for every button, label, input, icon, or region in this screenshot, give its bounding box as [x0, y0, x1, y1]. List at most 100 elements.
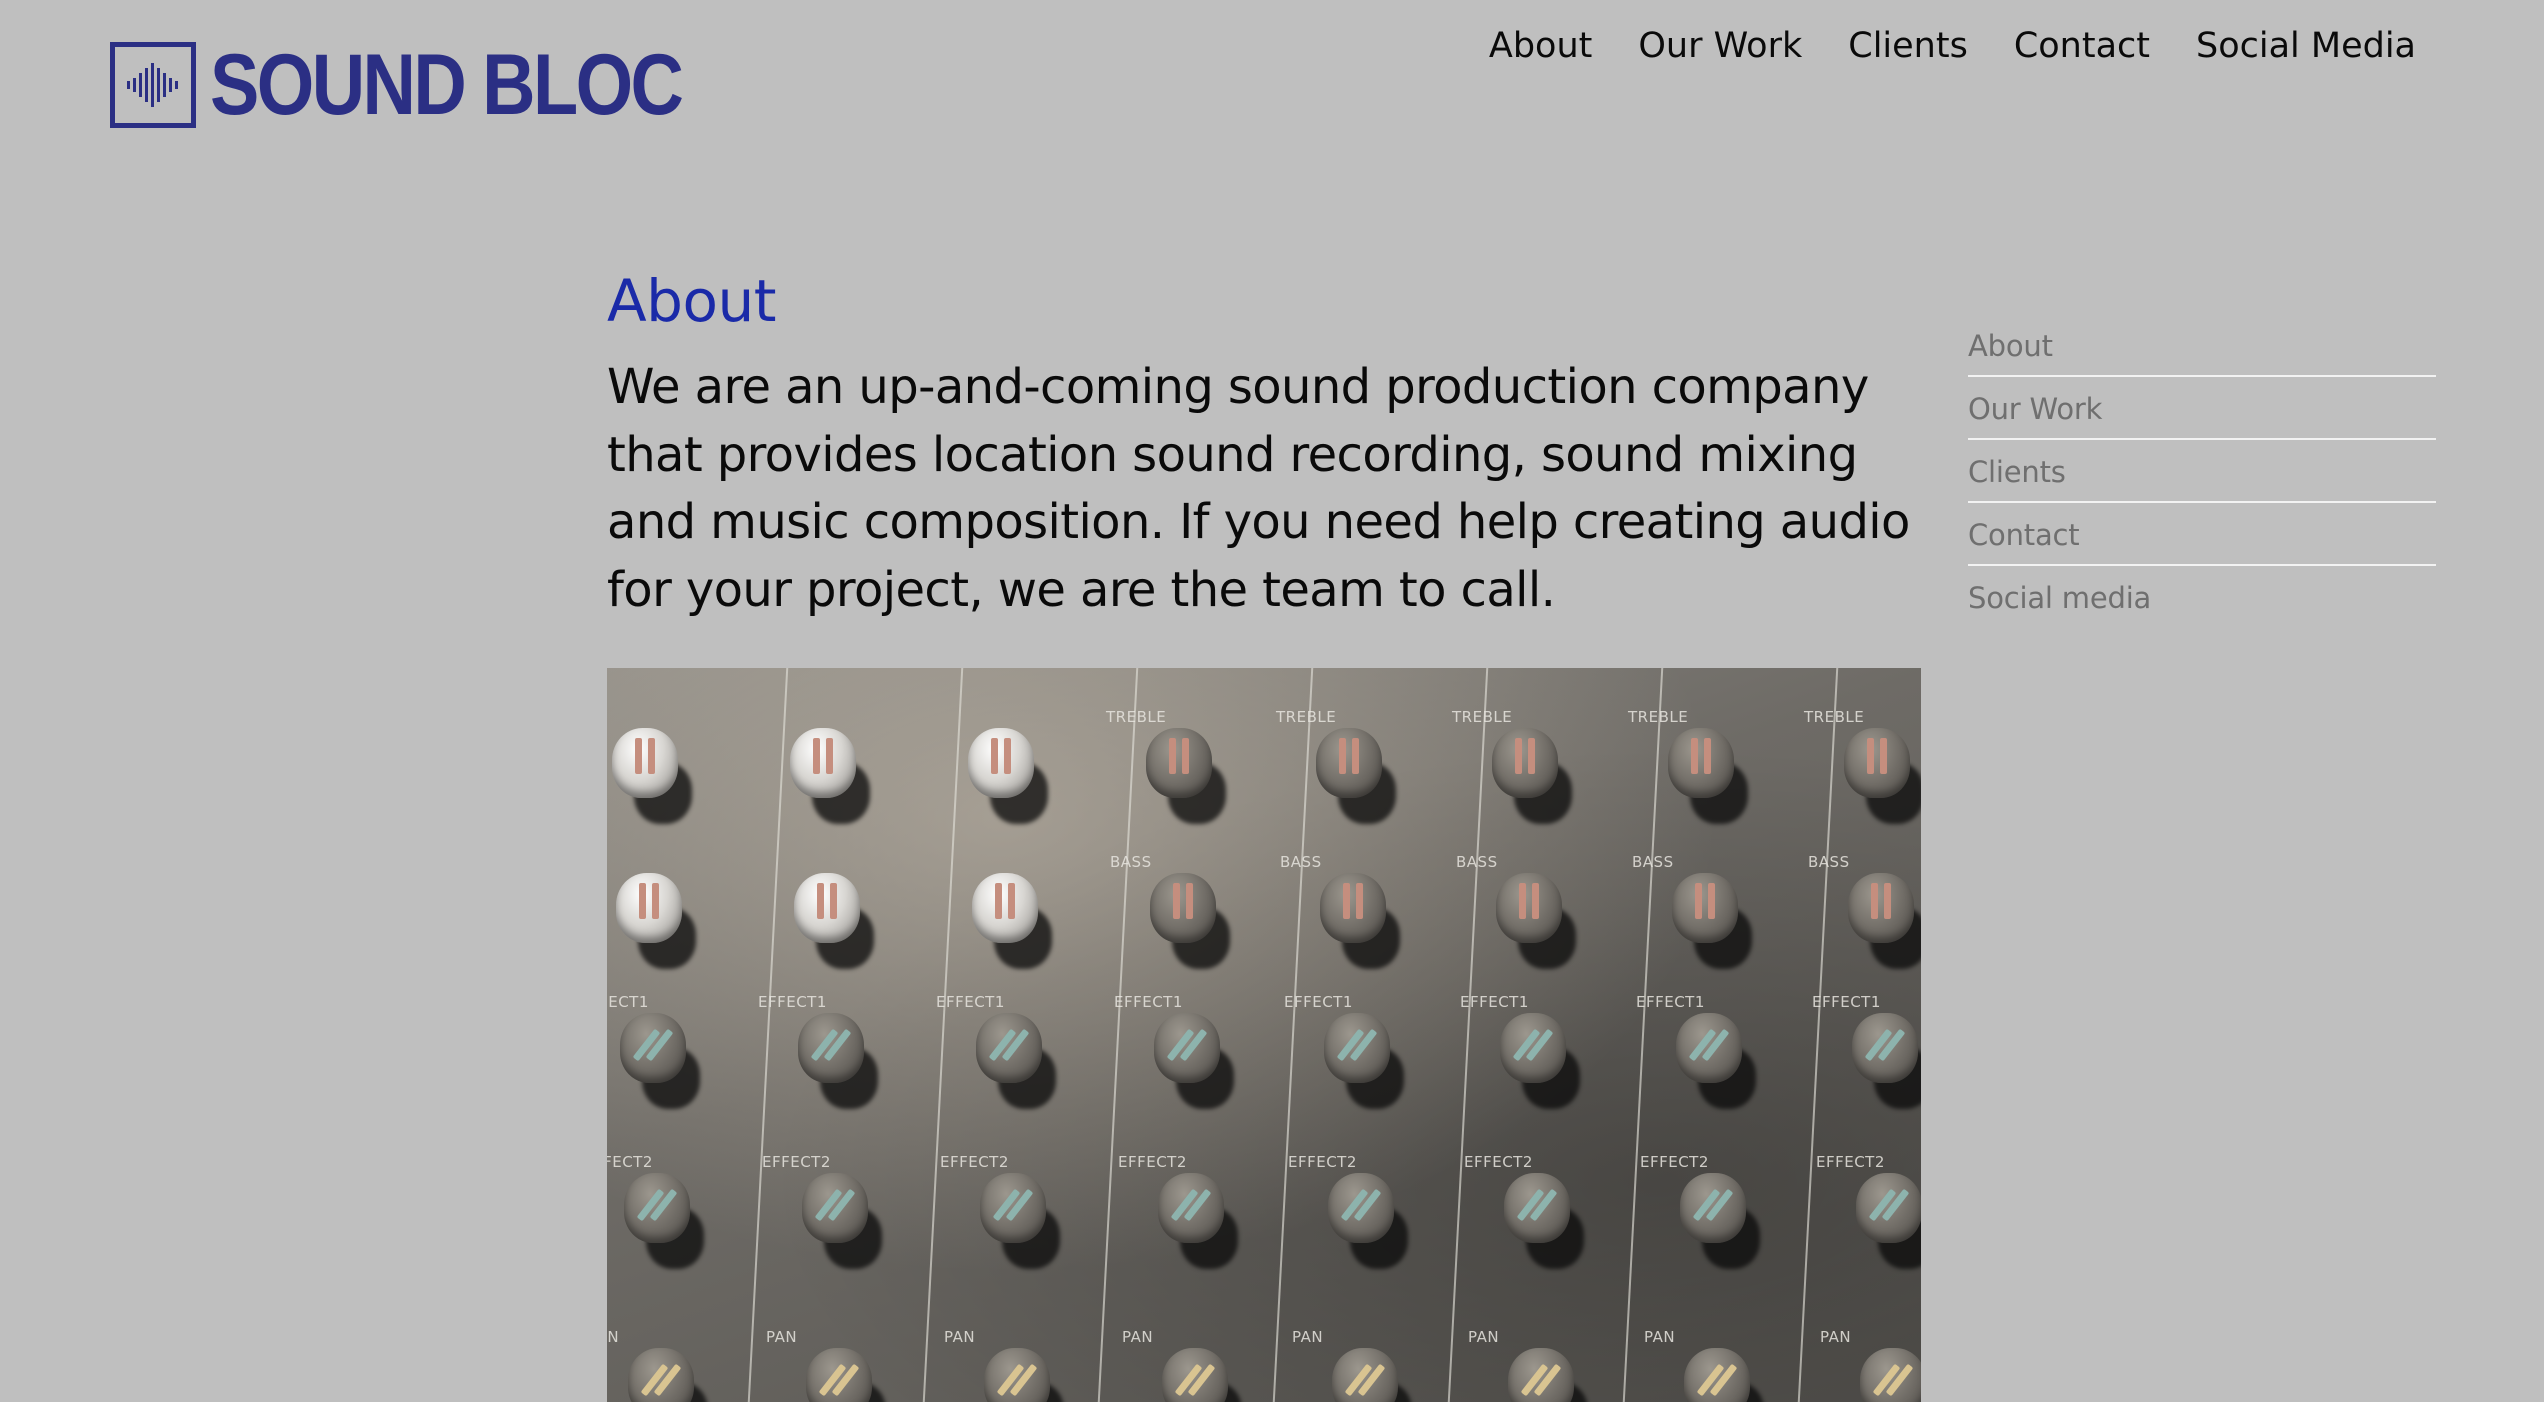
mixer-knob [1324, 1013, 1404, 1109]
panel-label: PAN [1644, 1328, 1676, 1346]
side-navigation: About Our Work Clients Contact Social me… [1968, 314, 2436, 627]
mixer-knob [794, 873, 874, 969]
side-nav-clients[interactable]: Clients [1968, 440, 2436, 503]
panel-label: EFFECT1 [758, 993, 827, 1011]
channel-strip-divider [1797, 668, 1839, 1402]
mixer-knob [1848, 873, 1921, 969]
panel-label: BASS [1456, 853, 1498, 871]
mixer-knob [1684, 1348, 1764, 1402]
panel-label: EFFECT2 [607, 1153, 653, 1171]
mixer-knob [984, 1348, 1064, 1402]
mixer-knob [802, 1173, 882, 1269]
top-nav-about[interactable]: About [1489, 26, 1592, 66]
panel-label: BASS [1280, 853, 1322, 871]
mixer-knob [628, 1348, 708, 1402]
panel-label: TREBLE [1452, 708, 1513, 726]
mixer-knob [1496, 873, 1576, 969]
panel-label: EFFECT2 [1288, 1153, 1357, 1171]
mixer-knob [976, 1013, 1056, 1109]
panel-label: EFFECT1 [1812, 993, 1881, 1011]
panel-label: PAN [1820, 1328, 1852, 1346]
mixer-knob [612, 728, 692, 824]
mixer-knob [1508, 1348, 1588, 1402]
mixer-knob [968, 728, 1048, 824]
panel-label: EFFECT1 [1636, 993, 1705, 1011]
panel-label: EFFECT1 [936, 993, 1005, 1011]
mixer-knob [1500, 1013, 1580, 1109]
side-nav-about[interactable]: About [1968, 314, 2436, 377]
panel-label: TREBLE [1276, 708, 1337, 726]
mixer-knob [1492, 728, 1572, 824]
top-nav-clients[interactable]: Clients [1848, 26, 1968, 66]
side-nav-social-media[interactable]: Social media [1968, 566, 2436, 627]
panel-label: EFFECT2 [940, 1153, 1009, 1171]
mixer-knob [806, 1348, 886, 1402]
mixer-knob [624, 1173, 704, 1269]
mixer-knob [1668, 728, 1748, 824]
panel-label: EFFECT2 [1640, 1153, 1709, 1171]
panel-label: PAN [1468, 1328, 1500, 1346]
mixer-knob [1844, 728, 1921, 824]
mixer-knob [1146, 728, 1226, 824]
brand-name: SOUND BLOC [210, 37, 684, 133]
panel-label: PAN [1292, 1328, 1324, 1346]
side-nav-contact[interactable]: Contact [1968, 503, 2436, 566]
mixer-knob [1856, 1173, 1921, 1269]
top-nav-social-media[interactable]: Social Media [2196, 26, 2416, 66]
side-nav-our-work[interactable]: Our Work [1968, 377, 2436, 440]
panel-label: TREBLE [1628, 708, 1689, 726]
mixer-knob [1680, 1173, 1760, 1269]
panel-label: EFFECT2 [1816, 1153, 1885, 1171]
mixer-knob [1150, 873, 1230, 969]
panel-label: EFFECT2 [1464, 1153, 1533, 1171]
top-nav-contact[interactable]: Contact [2014, 26, 2150, 66]
mixer-knob [1162, 1348, 1242, 1402]
mixer-knob [620, 1013, 700, 1109]
panel-label: PAN [1122, 1328, 1154, 1346]
panel-label: BASS [1110, 853, 1152, 871]
panel-label: EFFECT1 [607, 993, 649, 1011]
channel-strip-divider [1622, 668, 1664, 1402]
mixer-knob [1158, 1173, 1238, 1269]
panel-label: EFFECT2 [762, 1153, 831, 1171]
top-navigation: About Our Work Clients Contact Social Me… [1489, 26, 2416, 66]
page-title: About [607, 267, 776, 335]
mixer-knob [798, 1013, 878, 1109]
mixer-knob [1332, 1348, 1412, 1402]
panel-label: TREBLE [1106, 708, 1167, 726]
mixer-knob [1316, 728, 1396, 824]
channel-strip-divider [1272, 668, 1314, 1402]
panel-label: PAN [944, 1328, 976, 1346]
panel-label: BASS [1808, 853, 1850, 871]
channel-strip-divider [922, 668, 964, 1402]
panel-label: EFFECT1 [1460, 993, 1529, 1011]
panel-label: BASS [1632, 853, 1674, 871]
mixer-knob [1328, 1173, 1408, 1269]
panel-label: EFFECT1 [1114, 993, 1183, 1011]
intro-paragraph: We are an up-and-coming sound production… [607, 359, 1910, 618]
mixer-knob [616, 873, 696, 969]
mixer-knob [1676, 1013, 1756, 1109]
mixer-knob [972, 873, 1052, 969]
mixer-knob [790, 728, 870, 824]
mixer-knob [1852, 1013, 1921, 1109]
channel-strip-divider [747, 668, 789, 1402]
panel-label: TREBLE [1804, 708, 1865, 726]
mixer-knob [1860, 1348, 1921, 1402]
panel-label: EFFECT1 [1284, 993, 1353, 1011]
mixer-knob [980, 1173, 1060, 1269]
mixer-knob [1320, 873, 1400, 969]
mixer-knob [1504, 1173, 1584, 1269]
panel-label: PAN [766, 1328, 798, 1346]
channel-strip-divider [1447, 668, 1489, 1402]
site-logo[interactable]: SOUND BLOC [110, 40, 758, 130]
panel-label: EFFECT2 [1118, 1153, 1187, 1171]
main-content: About We are an up-and-coming sound prod… [607, 262, 1921, 624]
top-nav-our-work[interactable]: Our Work [1638, 26, 1802, 66]
mixing-console-photo: TREBLE TREBLE TREBLE TREBLE TREBLE BASS BASS BA… [607, 668, 1921, 1402]
soundwave-icon [110, 42, 196, 128]
panel-label: PAN [607, 1328, 620, 1346]
mixer-knob [1154, 1013, 1234, 1109]
channel-strip-divider [1097, 668, 1139, 1402]
mixer-knob [1672, 873, 1752, 969]
